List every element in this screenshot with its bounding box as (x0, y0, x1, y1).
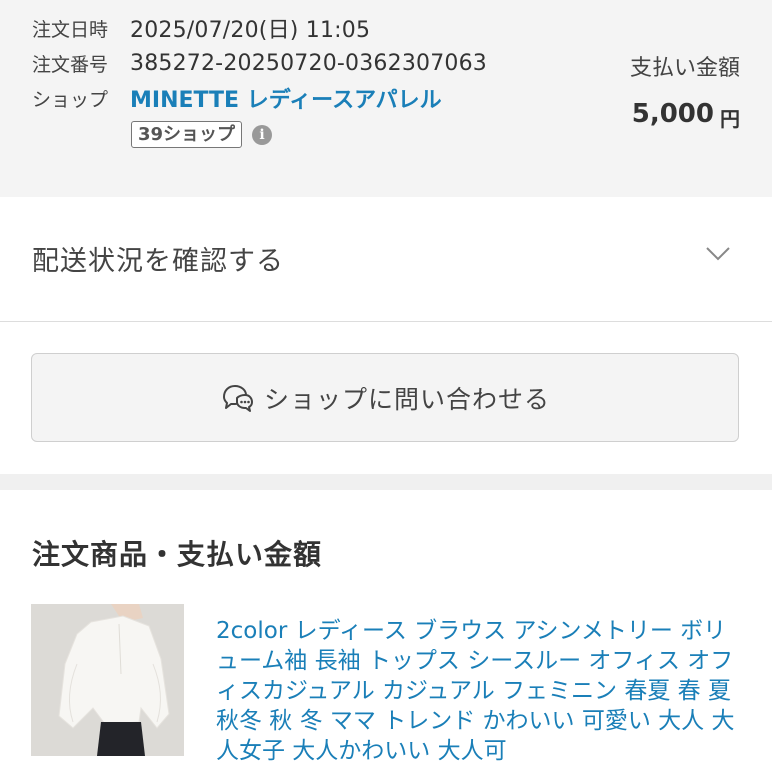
order-date-row: 注文日時 2025/07/20(日) 11:05 (32, 14, 371, 43)
info-icon[interactable]: i (252, 124, 273, 145)
product-thumbnail[interactable] (31, 604, 184, 756)
shop-badge-row: 39ショップ i (131, 121, 273, 148)
payment-currency: 円 (720, 107, 740, 131)
delivery-status-label: 配送状況を確認する (32, 246, 284, 277)
39-shop-badge: 39ショップ (131, 121, 243, 148)
order-number-label: 注文番号 (32, 53, 109, 76)
order-number-row: 注文番号 385272-20250720-0362307063 (32, 49, 487, 77)
order-summary: 注文日時 2025/07/20(日) 11:05 注文番号 385272-202… (0, 0, 772, 197)
payment-amount: 5,000 (631, 99, 714, 129)
delivery-status-accordion[interactable]: 配送状況を確認する (0, 197, 772, 322)
product-image (31, 604, 184, 756)
payment-label: 支払い金額 (629, 56, 740, 81)
contact-shop-label: ショップに問い合わせる (263, 384, 550, 414)
chevron-down-icon (706, 247, 730, 261)
order-items-heading: 注文商品・支払い金額 (32, 538, 323, 571)
shop-name-link[interactable]: MINETTE レディースアパレル (130, 82, 442, 114)
chat-bubbles-icon (222, 384, 253, 412)
shop-label: ショップ (32, 88, 109, 111)
order-date-label: 注文日時 (32, 18, 109, 41)
order-date-value: 2025/07/20(日) 11:05 (130, 18, 371, 43)
contact-shop-button[interactable]: ショップに問い合わせる (31, 353, 739, 442)
shop-row: ショップ MINETTE レディースアパレル (32, 82, 442, 114)
section-divider (0, 474, 772, 490)
order-number-value: 385272-20250720-0362307063 (130, 50, 488, 76)
product-title-link[interactable]: 2color レディース ブラウス アシンメトリー ボリューム袖 長袖 トップス… (216, 616, 746, 766)
